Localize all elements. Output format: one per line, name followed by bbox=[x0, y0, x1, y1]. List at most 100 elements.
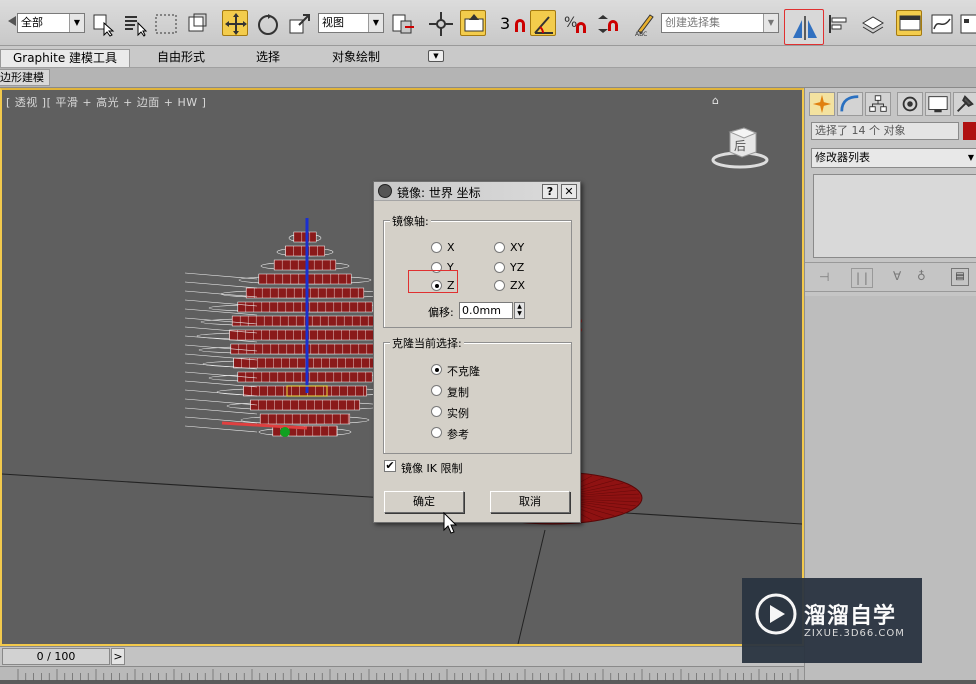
mirror-icon[interactable] bbox=[784, 9, 824, 45]
offset-label: 偏移: bbox=[428, 306, 454, 319]
mouse-cursor-icon bbox=[443, 512, 458, 534]
rect-selection-icon[interactable] bbox=[153, 11, 179, 37]
ok-button[interactable]: 确定 bbox=[384, 491, 464, 513]
mirror-axis-label: 镜像轴: bbox=[390, 213, 431, 229]
no-clone-radio[interactable] bbox=[431, 364, 442, 375]
copy-label[interactable]: 复制 bbox=[447, 384, 469, 400]
graphite-toggle-icon[interactable] bbox=[896, 10, 922, 36]
show-end-result-icon[interactable]: | | bbox=[851, 268, 873, 288]
reference-coord-dropdown[interactable]: 视图 ▼ bbox=[318, 13, 384, 33]
dialog-title: 镜像: 世界 坐标 bbox=[397, 186, 481, 200]
help-button[interactable]: ? bbox=[542, 184, 558, 199]
no-clone-label[interactable]: 不克隆 bbox=[447, 363, 480, 379]
utilities-tab-icon[interactable] bbox=[953, 92, 976, 116]
axis-x-label[interactable]: X bbox=[447, 241, 455, 254]
cancel-button[interactable]: 取消 bbox=[490, 491, 570, 513]
named-selection-placeholder: 创建选择集 bbox=[665, 16, 720, 29]
chevron-down-icon: ▼ bbox=[433, 52, 439, 60]
instance-radio[interactable] bbox=[431, 406, 442, 417]
time-slider[interactable]: 0 / 100 bbox=[2, 648, 110, 665]
layer-manager-icon[interactable] bbox=[860, 11, 886, 37]
app-logo-icon bbox=[378, 184, 392, 198]
axis-z-label[interactable]: Z bbox=[447, 279, 455, 292]
window-crossing-icon[interactable] bbox=[185, 11, 211, 37]
axis-yz-label[interactable]: YZ bbox=[510, 261, 524, 274]
selection-info-field[interactable]: 选择了 14 个 对象 bbox=[811, 122, 959, 140]
keyboard-shortcut-toggle-icon[interactable] bbox=[460, 10, 486, 36]
modifier-list-dropdown[interactable]: 修改器列表 ▼ bbox=[811, 148, 976, 168]
axis-z-radio[interactable] bbox=[431, 280, 442, 291]
chevron-down-icon: ▼ bbox=[763, 14, 778, 32]
selection-filter-value: 全部 bbox=[21, 16, 43, 29]
selected-sphere-object[interactable] bbox=[177, 218, 387, 448]
copy-radio[interactable] bbox=[431, 385, 442, 396]
tab-object-paint[interactable]: 对象绘制 bbox=[318, 49, 394, 67]
svg-text:ABC: ABC bbox=[635, 31, 647, 37]
configure-sets-icon[interactable]: ▤ bbox=[951, 268, 969, 286]
reference-radio[interactable] bbox=[431, 427, 442, 438]
modifier-list-label: 修改器列表 bbox=[815, 151, 870, 164]
tab-freeform[interactable]: 自由形式 bbox=[140, 49, 222, 67]
tab-graphite-modeling[interactable]: Graphite 建模工具 bbox=[0, 49, 130, 67]
pivot-center-icon[interactable] bbox=[390, 11, 416, 37]
select-manipulate-icon[interactable] bbox=[428, 11, 454, 37]
watermark-logo-icon bbox=[755, 593, 797, 635]
axis-yz-radio[interactable] bbox=[494, 262, 505, 273]
watermark-brand: 溜溜自学 bbox=[804, 604, 897, 629]
display-tab-icon[interactable] bbox=[925, 92, 951, 116]
scale-icon[interactable] bbox=[287, 11, 313, 37]
object-color-swatch[interactable] bbox=[963, 122, 976, 140]
svg-text:%: % bbox=[564, 15, 577, 31]
curve-editor-icon[interactable] bbox=[929, 11, 955, 37]
axis-xy-radio[interactable] bbox=[494, 242, 505, 253]
chevron-down-icon: ▼ bbox=[368, 14, 383, 32]
rotate-icon[interactable] bbox=[255, 11, 281, 37]
schematic-view-icon[interactable] bbox=[956, 11, 976, 37]
angle-snap-icon[interactable] bbox=[530, 10, 556, 36]
clone-label: 克隆当前选择: bbox=[390, 335, 464, 351]
named-selection-dropdown[interactable]: 创建选择集 ▼ bbox=[661, 13, 779, 33]
move-icon[interactable] bbox=[222, 10, 248, 36]
instance-label[interactable]: 实例 bbox=[447, 405, 469, 421]
selection-filter-dropdown[interactable]: 全部 ▼ bbox=[17, 13, 85, 33]
close-button[interactable]: ✕ bbox=[561, 184, 577, 199]
create-tab-icon[interactable] bbox=[809, 92, 835, 116]
axis-zx-label[interactable]: ZX bbox=[510, 279, 525, 292]
percent-snap-icon[interactable]: % bbox=[562, 11, 588, 37]
offset-spinner[interactable]: ▲ ▼ bbox=[514, 302, 525, 319]
align-icon[interactable] bbox=[826, 11, 852, 37]
modifier-stack[interactable] bbox=[813, 174, 976, 258]
edit-named-selection-icon[interactable]: ABC bbox=[632, 11, 658, 38]
select-object-icon[interactable] bbox=[90, 11, 116, 37]
make-unique-icon[interactable]: ∀ bbox=[893, 269, 901, 283]
hierarchy-tab-icon[interactable] bbox=[865, 92, 891, 116]
remove-modifier-icon[interactable]: ♁ bbox=[917, 269, 926, 283]
axis-xy-label[interactable]: XY bbox=[510, 241, 524, 254]
motion-tab-icon[interactable] bbox=[897, 92, 923, 116]
watermark-url: ZIXUE.3D66.COM bbox=[804, 628, 905, 639]
offset-input[interactable]: 0.0mm bbox=[459, 302, 513, 319]
axis-x-radio[interactable] bbox=[431, 242, 442, 253]
tab-polygon-modeling[interactable]: 边形建模 bbox=[0, 69, 50, 86]
track-bar[interactable] bbox=[0, 666, 804, 681]
undo-icon[interactable] bbox=[0, 8, 16, 34]
modify-tab-icon[interactable] bbox=[837, 92, 863, 116]
modifier-stack-toolbar: ⊣ | | ∀ ♁ ▤ bbox=[805, 262, 976, 292]
next-frame-button[interactable]: > bbox=[111, 648, 125, 665]
ribbon-options-dropdown[interactable]: ▼ bbox=[428, 50, 444, 62]
tab-selection[interactable]: 选择 bbox=[240, 49, 296, 67]
axis-zx-radio[interactable] bbox=[494, 280, 505, 291]
ribbon-panel-bar: 边形建模 bbox=[0, 68, 976, 88]
pin-stack-icon[interactable]: ⊣ bbox=[819, 270, 829, 284]
clone-group: 克隆当前选择: 不克隆 复制 实例 参考 bbox=[383, 335, 572, 454]
mirror-ik-checkbox[interactable]: ✔ bbox=[384, 460, 396, 472]
mirror-dialog: 镜像: 世界 坐标 ? ✕ 镜像轴: X Y Z XY YZ ZX 偏移: 0.… bbox=[373, 181, 581, 523]
mirror-ik-label[interactable]: 镜像 IK 限制 bbox=[401, 460, 462, 476]
select-by-name-icon[interactable] bbox=[122, 11, 148, 37]
snap-magnet-icon[interactable] bbox=[506, 12, 526, 38]
chevron-down-icon: ▼ bbox=[967, 153, 974, 162]
spinner-snap-icon[interactable] bbox=[594, 11, 620, 37]
reference-label[interactable]: 参考 bbox=[447, 426, 469, 442]
main-toolbar: 全部 ▼ 视图 ▼ 3 % ABC 创建选择集 ▼ bbox=[0, 0, 976, 46]
dialog-titlebar[interactable]: 镜像: 世界 坐标 ? ✕ bbox=[374, 182, 580, 201]
